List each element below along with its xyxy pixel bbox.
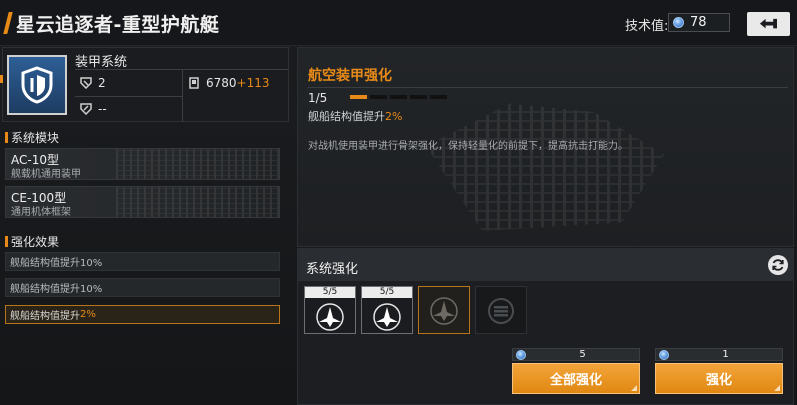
refresh-icon xyxy=(772,259,784,271)
enhance-line-text: 舰船结构值提升 xyxy=(308,110,385,123)
module-desc: 舰载机通用装甲 xyxy=(11,169,81,180)
module-ac10[interactable]: AC-10型 舰载机通用装甲 xyxy=(5,148,280,180)
effect-text: 舰船结构值提升10% xyxy=(10,258,103,269)
refresh-button[interactable] xyxy=(768,255,788,275)
enhance-all-cost-value: 5 xyxy=(579,349,586,360)
grid-divider-v xyxy=(182,70,183,122)
system-enhance-header: 系统强化 xyxy=(298,249,793,281)
enhance-detail-panel: 航空装甲强化 1/5 舰船结构值提升2% 对战机使用装甲进行骨架强化，保持轻量化… xyxy=(297,47,794,247)
armor-stats-grid: 2 6780 +113 -- xyxy=(75,69,288,122)
system-slot-3-selected[interactable] xyxy=(418,286,470,334)
enhance-button[interactable]: 强化 xyxy=(655,363,783,394)
page-title: 星云追逐者-重型护航艇 xyxy=(16,14,220,36)
tech-value-box: 78 xyxy=(668,13,730,32)
screen-root: 星云追逐者-重型护航艇 技术值: 78 装甲系统 2 6780 +113 -- … xyxy=(0,0,797,405)
tech-value: 78 xyxy=(690,15,707,30)
enhance-effects-heading: 强化效果 xyxy=(5,233,59,250)
module-desc: 通用机体框架 xyxy=(11,207,71,218)
armor-plate-icon xyxy=(187,77,200,90)
top-bar: 星云追逐者-重型护航艇 技术值: 78 xyxy=(0,0,797,46)
tech-crystal-icon xyxy=(659,349,669,360)
system-slot-4-locked[interactable] xyxy=(475,286,527,334)
effect-item[interactable]: 舰船结构值提升10% xyxy=(5,252,280,271)
enhance-cost-value: 1 xyxy=(722,349,729,360)
enhance-effect-line: 舰船结构值提升2% xyxy=(308,108,402,124)
card-accent-tick xyxy=(0,75,3,83)
title-accent-bar xyxy=(3,12,13,34)
slot-count: 5/5 xyxy=(305,287,355,298)
system-slot-2[interactable]: 5/5 xyxy=(361,286,413,334)
tech-crystal-icon xyxy=(516,349,526,360)
jet-emblem-icon xyxy=(373,303,401,331)
module-ce100[interactable]: CE-100型 通用机体框架 xyxy=(5,186,280,218)
module-art xyxy=(116,149,279,179)
enhance-title: 航空装甲强化 xyxy=(308,68,392,84)
armor-system-card: 装甲系统 2 6780 +113 -- xyxy=(0,47,289,122)
back-button[interactable] xyxy=(747,12,790,36)
back-arrow-icon xyxy=(759,18,777,29)
progress-segment xyxy=(410,95,427,99)
armor-extra-value: -- xyxy=(98,102,107,116)
system-slot-1[interactable]: 5/5 xyxy=(304,286,356,334)
armor-power-stat: 6780 +113 xyxy=(187,70,270,96)
enhance-line-value: 2% xyxy=(385,110,403,123)
armor-level-stat: 2 xyxy=(79,70,106,96)
armor-system-title: 装甲系统 xyxy=(75,55,128,70)
enhance-all-cost: 5 xyxy=(512,348,640,361)
slot-count: 5/5 xyxy=(362,287,412,298)
effect-highlight: 2% xyxy=(80,309,96,320)
tech-value-label: 技术值: xyxy=(625,19,669,34)
enhance-description: 对战机使用装甲进行骨架强化，保持轻量化的前提下，提高抗击打能力。 xyxy=(308,141,628,152)
enhance-cost: 1 xyxy=(655,348,783,361)
title-divider xyxy=(308,87,788,88)
armor-shield-emblem[interactable] xyxy=(7,55,67,115)
progress-segment xyxy=(390,95,407,99)
armor-extra-stat: -- xyxy=(79,96,107,122)
armor-level-value: 2 xyxy=(98,76,106,90)
level-icon xyxy=(79,77,92,90)
armor-power-bonus: +113 xyxy=(236,76,270,90)
effect-text: 舰船结构值提升 xyxy=(10,311,80,322)
effect-item-active[interactable]: 舰船结构值提升 2% xyxy=(5,305,280,324)
frame-emblem-icon xyxy=(488,298,514,324)
system-enhance-title: 系统强化 xyxy=(306,262,359,277)
progress-segment xyxy=(350,95,367,99)
enhance-progress-label: 1/5 xyxy=(308,91,328,105)
module-stat-icon xyxy=(79,103,92,116)
effect-text: 舰船结构值提升10% xyxy=(10,284,103,295)
progress-segment xyxy=(430,95,447,99)
system-modules-heading: 系统模块 xyxy=(5,129,59,146)
jet-emblem-icon xyxy=(430,297,458,325)
enhance-all-button[interactable]: 全部强化 xyxy=(512,363,640,394)
shield-icon xyxy=(21,66,53,104)
effect-item[interactable]: 舰船结构值提升10% xyxy=(5,278,280,297)
jet-emblem-icon xyxy=(316,303,344,331)
system-enhance-panel: 系统强化 5/5 5/5 5 全部强化 1 强化 xyxy=(297,248,794,405)
ship-background-art xyxy=(426,103,664,231)
progress-segment xyxy=(370,95,387,99)
module-art xyxy=(116,187,279,217)
armor-power-value: 6780 xyxy=(206,76,237,90)
tech-crystal-icon xyxy=(673,17,684,28)
